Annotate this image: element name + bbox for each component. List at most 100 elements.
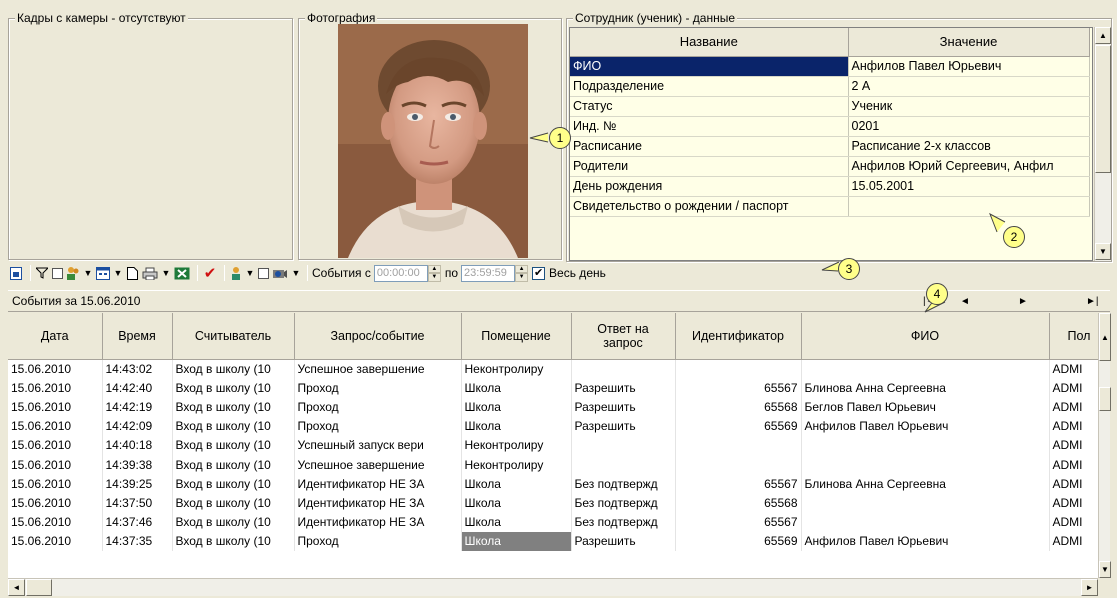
cell-time[interactable]: 14:39:38 (102, 454, 173, 475)
scroll-right-button[interactable]: ► (1081, 579, 1098, 596)
employee-field-value[interactable]: 15.05.2001 (848, 176, 1090, 197)
cell-time[interactable]: 14:37:35 (102, 531, 173, 551)
cell-room[interactable]: Неконтролиру (461, 435, 572, 455)
cell-room[interactable]: Школа (461, 378, 572, 398)
cell-identifier[interactable]: 65567 (675, 512, 802, 532)
cell-response[interactable] (571, 359, 676, 379)
cell-response[interactable]: Без подтвержд (571, 493, 676, 513)
cell-fio[interactable] (801, 493, 1050, 513)
employee-field-name[interactable]: Родители (570, 156, 849, 177)
cell-identifier[interactable]: 65569 (675, 531, 802, 551)
events-grid[interactable]: Дата Время Считыватель Запрос/событие По… (8, 313, 1098, 578)
employee-field-name[interactable]: ФИО (570, 56, 849, 77)
cell-room[interactable]: Школа (461, 512, 572, 532)
cell-identifier[interactable]: 65569 (675, 416, 802, 436)
cell-reader[interactable]: Вход в школу (10 (172, 359, 295, 379)
cell-time[interactable]: 14:39:25 (102, 474, 173, 494)
employee-field-value[interactable]: Ученик (848, 96, 1090, 117)
cell-identifier[interactable] (675, 359, 802, 379)
excel-export-icon[interactable] (173, 264, 191, 282)
cell-user[interactable]: ADMI (1049, 397, 1098, 417)
cell-event[interactable]: Идентификатор НЕ ЗА (294, 493, 462, 513)
employee-field-name[interactable]: Свидетельство о рождении / паспорт (570, 196, 849, 217)
cell-reader[interactable]: Вход в школу (10 (172, 435, 295, 455)
employee-field-name[interactable]: Подразделение (570, 76, 849, 97)
cell-room[interactable]: Школа (461, 397, 572, 417)
employee-field-name[interactable]: Инд. № (570, 116, 849, 137)
scroll-thumb[interactable] (1099, 387, 1111, 411)
cell-event[interactable]: Проход (294, 397, 462, 417)
filter-checkbox[interactable] (51, 264, 63, 282)
chevron-down-icon[interactable]: ▼ (291, 264, 301, 282)
cell-event[interactable]: Проход (294, 531, 462, 551)
cell-reader[interactable]: Вход в школу (10 (172, 474, 295, 494)
cell-response[interactable]: Разрешить (571, 416, 676, 436)
cell-response[interactable]: Без подтвержд (571, 512, 676, 532)
spin-down-icon[interactable]: ▼ (427, 273, 441, 282)
column-header-event[interactable]: Запрос/событие (294, 313, 462, 360)
cell-response[interactable]: Разрешить (571, 378, 676, 398)
cell-reader[interactable]: Вход в школу (10 (172, 512, 295, 532)
cell-user[interactable]: ADMI (1049, 531, 1098, 551)
table-row[interactable]: 15.06.2010 14:42:09 Вход в школу (10 Про… (8, 416, 1098, 436)
cell-fio[interactable] (801, 454, 1050, 475)
cell-date[interactable]: 15.06.2010 (8, 512, 103, 532)
cell-event[interactable]: Проход (294, 416, 462, 436)
table-row[interactable]: 15.06.2010 14:39:38 Вход в школу (10 Усп… (8, 454, 1098, 475)
chevron-down-icon[interactable]: ▼ (161, 264, 171, 282)
cell-date[interactable]: 15.06.2010 (8, 474, 103, 494)
cell-date[interactable]: 15.06.2010 (8, 397, 103, 417)
print-icon[interactable] (141, 264, 159, 282)
cell-fio[interactable]: Блинова Анна Сергеевна (801, 378, 1050, 398)
cell-reader[interactable]: Вход в школу (10 (172, 397, 295, 417)
employee-row[interactable]: Родители Анфилов Юрий Сергеевич, Анфил (570, 156, 1090, 177)
cell-user[interactable]: ADMI (1049, 416, 1098, 436)
cell-user[interactable]: ADMI (1049, 454, 1098, 475)
cell-event[interactable]: Идентификатор НЕ ЗА (294, 474, 462, 494)
table-row[interactable]: 15.06.2010 14:43:02 Вход в школу (10 Усп… (8, 359, 1098, 379)
cell-time[interactable]: 14:40:18 (102, 435, 173, 455)
scroll-thumb[interactable] (1095, 45, 1111, 173)
cell-reader[interactable]: Вход в школу (10 (172, 378, 295, 398)
employee-field-value[interactable]: 0201 (848, 116, 1090, 137)
cell-user[interactable]: ADMI (1049, 474, 1098, 494)
cell-room[interactable]: Школа (461, 416, 572, 436)
column-header-identifier[interactable]: Идентификатор (675, 313, 802, 360)
cell-response[interactable] (571, 454, 676, 475)
cell-user[interactable]: ADMI (1049, 493, 1098, 513)
cell-user[interactable]: ADMI (1049, 435, 1098, 455)
cell-fio[interactable]: Беглов Павел Юрьевич (801, 397, 1050, 417)
cell-user[interactable]: ADMI (1049, 359, 1098, 379)
person-icon[interactable] (229, 264, 243, 282)
cell-room[interactable]: Неконтролиру (461, 359, 572, 379)
employee-row[interactable]: ФИО Анфилов Павел Юрьевич (570, 56, 1090, 77)
employee-field-value[interactable]: 2 А (848, 76, 1090, 97)
cell-user[interactable]: ADMI (1049, 512, 1098, 532)
cell-event[interactable]: Проход (294, 378, 462, 398)
scroll-down-button[interactable]: ▼ (1099, 561, 1111, 578)
employee-row[interactable]: День рождения 15.05.2001 (570, 176, 1090, 197)
people-icon[interactable] (65, 264, 81, 282)
time-to-input[interactable]: 23:59:59 (461, 264, 516, 282)
employee-field-value[interactable]: Анфилов Павел Юрьевич (848, 56, 1090, 77)
cell-room-selected[interactable]: Школа (461, 531, 572, 551)
cell-fio[interactable]: Анфилов Павел Юрьевич (801, 416, 1050, 436)
cell-identifier[interactable] (675, 454, 802, 475)
new-page-icon[interactable] (125, 264, 139, 282)
prev-page-icon[interactable]: ◄ (960, 291, 970, 313)
employee-row[interactable]: Статус Ученик (570, 96, 1090, 117)
table-row[interactable]: 15.06.2010 14:42:19 Вход в школу (10 Про… (8, 397, 1098, 417)
employee-field-name[interactable]: Статус (570, 96, 849, 117)
cell-room[interactable]: Школа (461, 493, 572, 513)
employee-field-value[interactable] (848, 196, 1090, 217)
employee-row[interactable]: Инд. № 0201 (570, 116, 1090, 137)
column-header-value[interactable]: Значение (848, 28, 1090, 57)
scroll-left-button[interactable]: ◄ (8, 579, 25, 596)
cell-response[interactable]: Разрешить (571, 531, 676, 551)
cell-date[interactable]: 15.06.2010 (8, 531, 103, 551)
column-header-time[interactable]: Время (102, 313, 173, 360)
cell-time[interactable]: 14:42:40 (102, 378, 173, 398)
column-header-fio[interactable]: ФИО (801, 313, 1050, 360)
cell-response[interactable] (571, 435, 676, 455)
cell-response[interactable]: Разрешить (571, 397, 676, 417)
